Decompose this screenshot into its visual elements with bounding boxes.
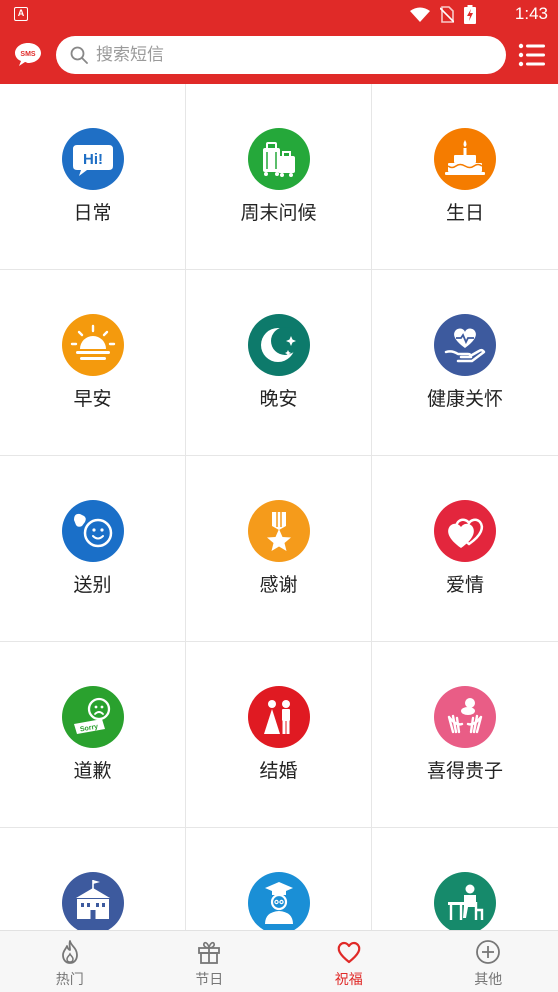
category-label: 健康关怀 [426, 388, 503, 410]
medal-star-icon [248, 500, 310, 562]
category-label: 感谢 [259, 574, 298, 596]
category-cell-new-baby[interactable]: 喜得贵子 [372, 642, 558, 828]
search-icon [70, 46, 88, 64]
category-cell-good-morning[interactable]: 早安 [0, 270, 186, 456]
birthday-cake-icon [434, 128, 496, 190]
battery-charging-icon [464, 5, 476, 24]
category-cell-weekend-greeting[interactable]: 周末问候 [186, 84, 372, 270]
app-notification-badge: A [14, 7, 28, 21]
category-cell-farewell[interactable]: 送别 [0, 456, 186, 642]
sms-logo-text: SMS [20, 51, 36, 58]
status-bar: A 1:43 [0, 0, 558, 28]
category-label: 爱情 [445, 574, 484, 596]
category-icon-circle [248, 314, 310, 376]
luggage-icon [248, 128, 310, 190]
category-cell-thanks[interactable]: 感谢 [186, 456, 372, 642]
moon-stars-icon [248, 314, 310, 376]
nav-label: 其他 [474, 972, 503, 988]
category-icon-circle [434, 314, 496, 376]
sorry-face-icon: Sorry [62, 686, 124, 748]
list-menu-icon[interactable] [518, 42, 546, 68]
category-icon-circle [62, 872, 124, 930]
bottom-nav: 热门 节日 祝福 其他 [0, 930, 558, 992]
category-icon-circle [248, 500, 310, 562]
status-icons [410, 5, 476, 24]
nav-label: 热门 [55, 972, 84, 988]
sunrise-icon [62, 314, 124, 376]
svg-text:Hi!: Hi! [83, 151, 103, 168]
search-box[interactable] [56, 36, 506, 74]
category-label: 生日 [445, 202, 484, 224]
category-icon-circle [248, 872, 310, 930]
category-cell-school[interactable] [0, 828, 186, 930]
category-label: 送别 [73, 574, 112, 596]
gift-icon [198, 941, 221, 964]
status-time: 1:43 [514, 4, 548, 23]
category-cell-graduation[interactable] [186, 828, 372, 930]
category-icon-circle [434, 500, 496, 562]
wedding-couple-icon [248, 686, 310, 748]
category-icon-circle [434, 128, 496, 190]
category-cell-birthday[interactable]: 生日 [372, 84, 558, 270]
search-input[interactable] [96, 40, 496, 70]
category-cell-good-night[interactable]: 晚安 [186, 270, 372, 456]
category-label: 早安 [73, 388, 112, 410]
category-icon-circle [434, 686, 496, 748]
category-cell-study[interactable] [372, 828, 558, 930]
search-header: SMS [0, 28, 558, 84]
category-icon-circle [248, 128, 310, 190]
category-icon-circle [248, 686, 310, 748]
sms-logo-icon[interactable]: SMS [13, 41, 43, 67]
category-label: 日常 [73, 202, 112, 224]
nav-tab-hot[interactable]: 热门 [0, 931, 140, 992]
category-icon-circle [62, 500, 124, 562]
nav-tab-other[interactable]: 其他 [419, 931, 558, 992]
category-icon-circle [62, 314, 124, 376]
nav-label: 节日 [195, 972, 224, 988]
waving-smiley-icon [62, 500, 124, 562]
no-sim-icon [440, 6, 454, 23]
category-label: 喜得贵子 [426, 760, 503, 782]
category-grid: Hi! 日常 周末问候 生日 早安 晚安 健康关怀 送别 感谢 爱情 Sorry… [0, 84, 558, 930]
category-icon-circle [434, 872, 496, 930]
category-label: 晚安 [259, 388, 298, 410]
heart-outline-icon [337, 941, 361, 964]
heart-hand-icon [434, 314, 496, 376]
category-label: 周末问候 [240, 202, 317, 224]
plus-circle-icon [476, 940, 501, 964]
graduate-icon [248, 872, 310, 930]
category-cell-daily[interactable]: Hi! 日常 [0, 84, 186, 270]
flame-icon [61, 940, 78, 964]
double-heart-icon [434, 500, 496, 562]
nav-label: 祝福 [334, 972, 363, 988]
category-cell-love[interactable]: 爱情 [372, 456, 558, 642]
hi-speech-bubble-icon: Hi! [62, 128, 124, 190]
nav-tab-festival[interactable]: 节日 [140, 931, 280, 992]
category-cell-apology[interactable]: Sorry 道歉 [0, 642, 186, 828]
wifi-icon [410, 7, 430, 22]
category-cell-wedding[interactable]: 结婚 [186, 642, 372, 828]
category-cell-health-care[interactable]: 健康关怀 [372, 270, 558, 456]
baby-hands-icon [434, 686, 496, 748]
category-label: 结婚 [259, 760, 298, 782]
category-icon-circle: Sorry [62, 686, 124, 748]
category-icon-circle: Hi! [62, 128, 124, 190]
category-label: 道歉 [73, 760, 112, 782]
school-building-icon [62, 872, 124, 930]
desk-reading-icon [434, 872, 496, 930]
nav-tab-wishes[interactable]: 祝福 [279, 931, 419, 992]
